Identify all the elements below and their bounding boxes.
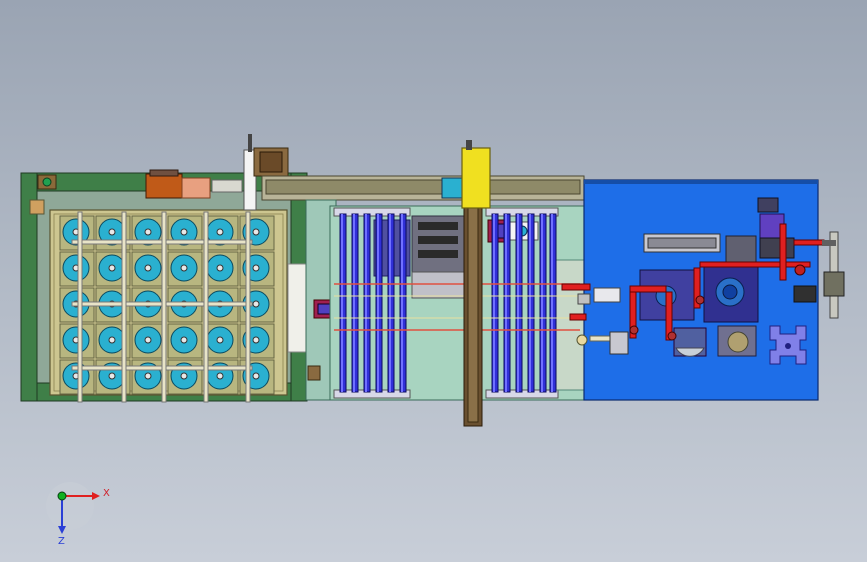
z-axis-label: Z [58,536,65,547]
tray-reel-hub [108,372,116,380]
tray-reel-hub [252,372,260,380]
tray-reel-hub [252,300,260,308]
vertical-rod-highlight [551,214,553,392]
vertical-rod-highlight [353,214,355,392]
x-axis-label: X [103,488,110,499]
tray-reel-hub [144,228,152,236]
tray-reel-hub [216,336,224,344]
tray-reel-hub [180,372,188,380]
tray-reel-hub [252,336,260,344]
tray-reel-hub [216,264,224,272]
tray-reel-hub [180,264,188,272]
coordinate-triad: X Z [46,482,110,547]
vertical-rod-highlight [529,214,531,392]
tray-reel-hub [144,372,152,380]
tray-reel-hub [108,264,116,272]
vertical-rod-highlight [493,214,495,392]
vertical-rod-highlight [517,214,519,392]
vertical-rod-highlight [389,214,391,392]
vertical-rod-highlight [341,214,343,392]
cad-viewport[interactable]: X Z [0,0,867,562]
y-axis-dot [57,491,67,501]
tray-reel-hub [180,336,188,344]
vertical-rod-highlight [365,214,367,392]
tray-reel-hub [108,336,116,344]
tray-reel-hub [216,372,224,380]
vertical-rod-highlight [541,214,543,392]
tray-reel-hub [180,228,188,236]
station-rail [643,233,721,253]
tray-reel-hub [108,228,116,236]
x-axis-arrow [92,492,100,500]
rod-bank-left [329,205,467,401]
z-axis-arrow [58,526,66,534]
tray-reel-hub [144,264,152,272]
vertical-rod-highlight [505,214,507,392]
tray-reel-hub [216,228,224,236]
tray-reel-hub [252,264,260,272]
tray-reel-hub [144,336,152,344]
tray-reel-hub [252,228,260,236]
gantry-rail-top [261,175,585,201]
vertical-rod-highlight [377,214,379,392]
vertical-rod-highlight [401,214,403,392]
